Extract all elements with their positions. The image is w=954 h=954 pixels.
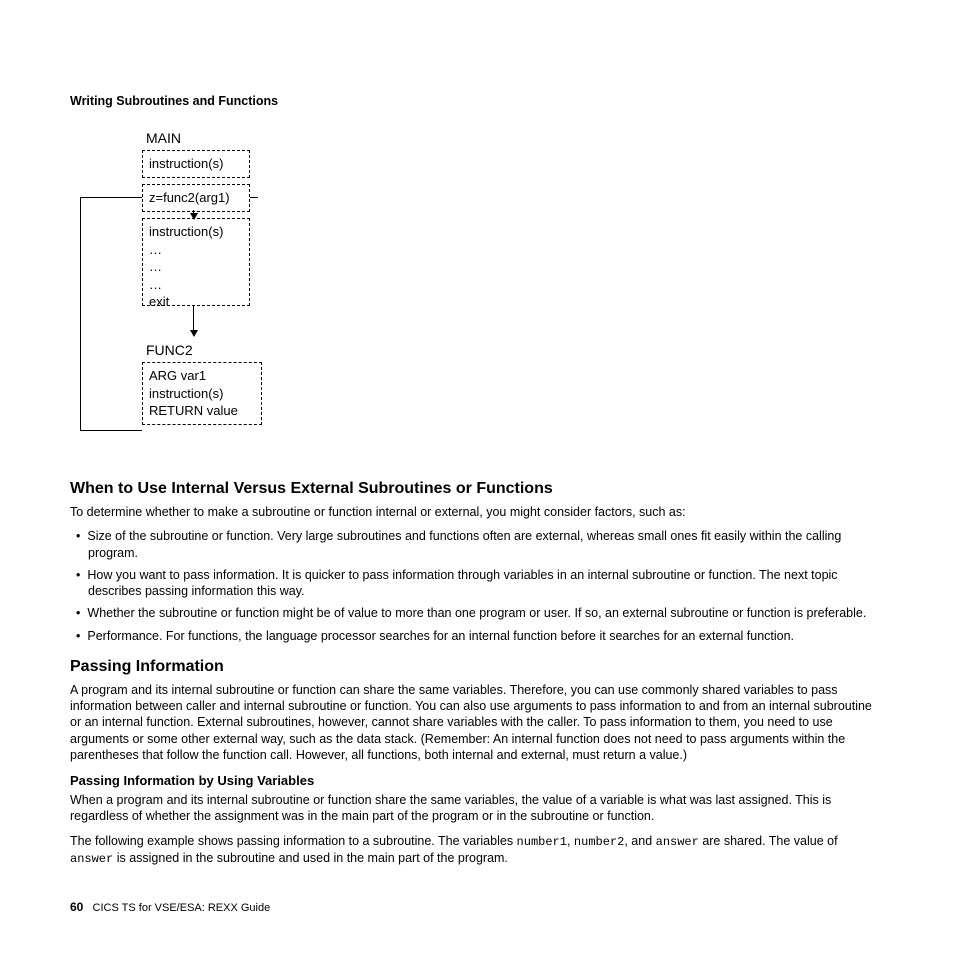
box-func2-body: ARG var1 instruction(s) RETURN value bbox=[142, 362, 262, 425]
section-heading-when: When to Use Internal Versus External Sub… bbox=[70, 480, 884, 498]
code-answer2: answer bbox=[70, 852, 113, 866]
bullet-item: Whether the subroutine or function might… bbox=[70, 605, 884, 621]
page-number: 60 bbox=[70, 900, 83, 914]
box3-l5: exit bbox=[149, 294, 169, 309]
section1-intro: To determine whether to make a subroutin… bbox=[70, 504, 884, 520]
footer-text: CICS TS for VSE/ESA: REXX Guide bbox=[93, 902, 271, 914]
p2a: The following example shows passing info… bbox=[70, 834, 517, 848]
p2b: , bbox=[567, 834, 574, 848]
bullet-item: Size of the subroutine or function. Very… bbox=[70, 528, 884, 561]
p2d: are shared. The value of bbox=[699, 834, 838, 848]
box4-l1: ARG var1 bbox=[149, 368, 206, 383]
arrow-down-2 bbox=[190, 330, 198, 337]
code-answer1: answer bbox=[656, 835, 699, 849]
p2c: , and bbox=[624, 834, 655, 848]
code-number1: number1 bbox=[517, 835, 567, 849]
return-bottom-h bbox=[80, 430, 142, 431]
section2-para: A program and its internal subroutine or… bbox=[70, 682, 884, 763]
box3-l1: instruction(s) bbox=[149, 224, 223, 239]
main-label: MAIN bbox=[146, 130, 181, 146]
box3-l2: … bbox=[149, 242, 162, 257]
return-left-v bbox=[80, 197, 81, 430]
box1-text: instruction(s) bbox=[149, 156, 223, 171]
bullet-item: How you want to pass information. It is … bbox=[70, 567, 884, 600]
page-header: Writing Subroutines and Functions bbox=[70, 94, 884, 108]
flow-diagram: MAIN instruction(s) z=func2(arg1) instru… bbox=[80, 130, 340, 460]
return-top-h bbox=[80, 197, 142, 198]
box-instruction-1: instruction(s) bbox=[142, 150, 250, 178]
bullet-item: Performance. For functions, the language… bbox=[70, 628, 884, 644]
box3-l3: … bbox=[149, 259, 162, 274]
func2-label: FUNC2 bbox=[146, 342, 193, 358]
box2-text: z=func2(arg1) bbox=[149, 190, 230, 205]
code-number2: number2 bbox=[574, 835, 624, 849]
bullet-list: Size of the subroutine or function. Very… bbox=[70, 528, 884, 644]
subsection-heading-vars: Passing Information by Using Variables bbox=[70, 773, 884, 788]
arrow-down-1 bbox=[190, 213, 198, 220]
box4-l3: RETURN value bbox=[149, 403, 238, 418]
box-func-call: z=func2(arg1) bbox=[142, 184, 250, 212]
p2e: is assigned in the subroutine and used i… bbox=[113, 851, 508, 865]
box3-l4: … bbox=[149, 277, 162, 292]
box-instruction-2: instruction(s) … … … exit bbox=[142, 218, 250, 306]
section3-para1: When a program and its internal subrouti… bbox=[70, 792, 884, 825]
box4-l2: instruction(s) bbox=[149, 386, 223, 401]
connector-right bbox=[250, 197, 258, 198]
section-heading-passing: Passing Information bbox=[70, 658, 884, 676]
page-footer: 60 CICS TS for VSE/ESA: REXX Guide bbox=[70, 900, 270, 914]
connector-v2 bbox=[193, 306, 194, 332]
section3-para2: The following example shows passing info… bbox=[70, 833, 884, 868]
page-content: Writing Subroutines and Functions MAIN i… bbox=[0, 0, 954, 916]
